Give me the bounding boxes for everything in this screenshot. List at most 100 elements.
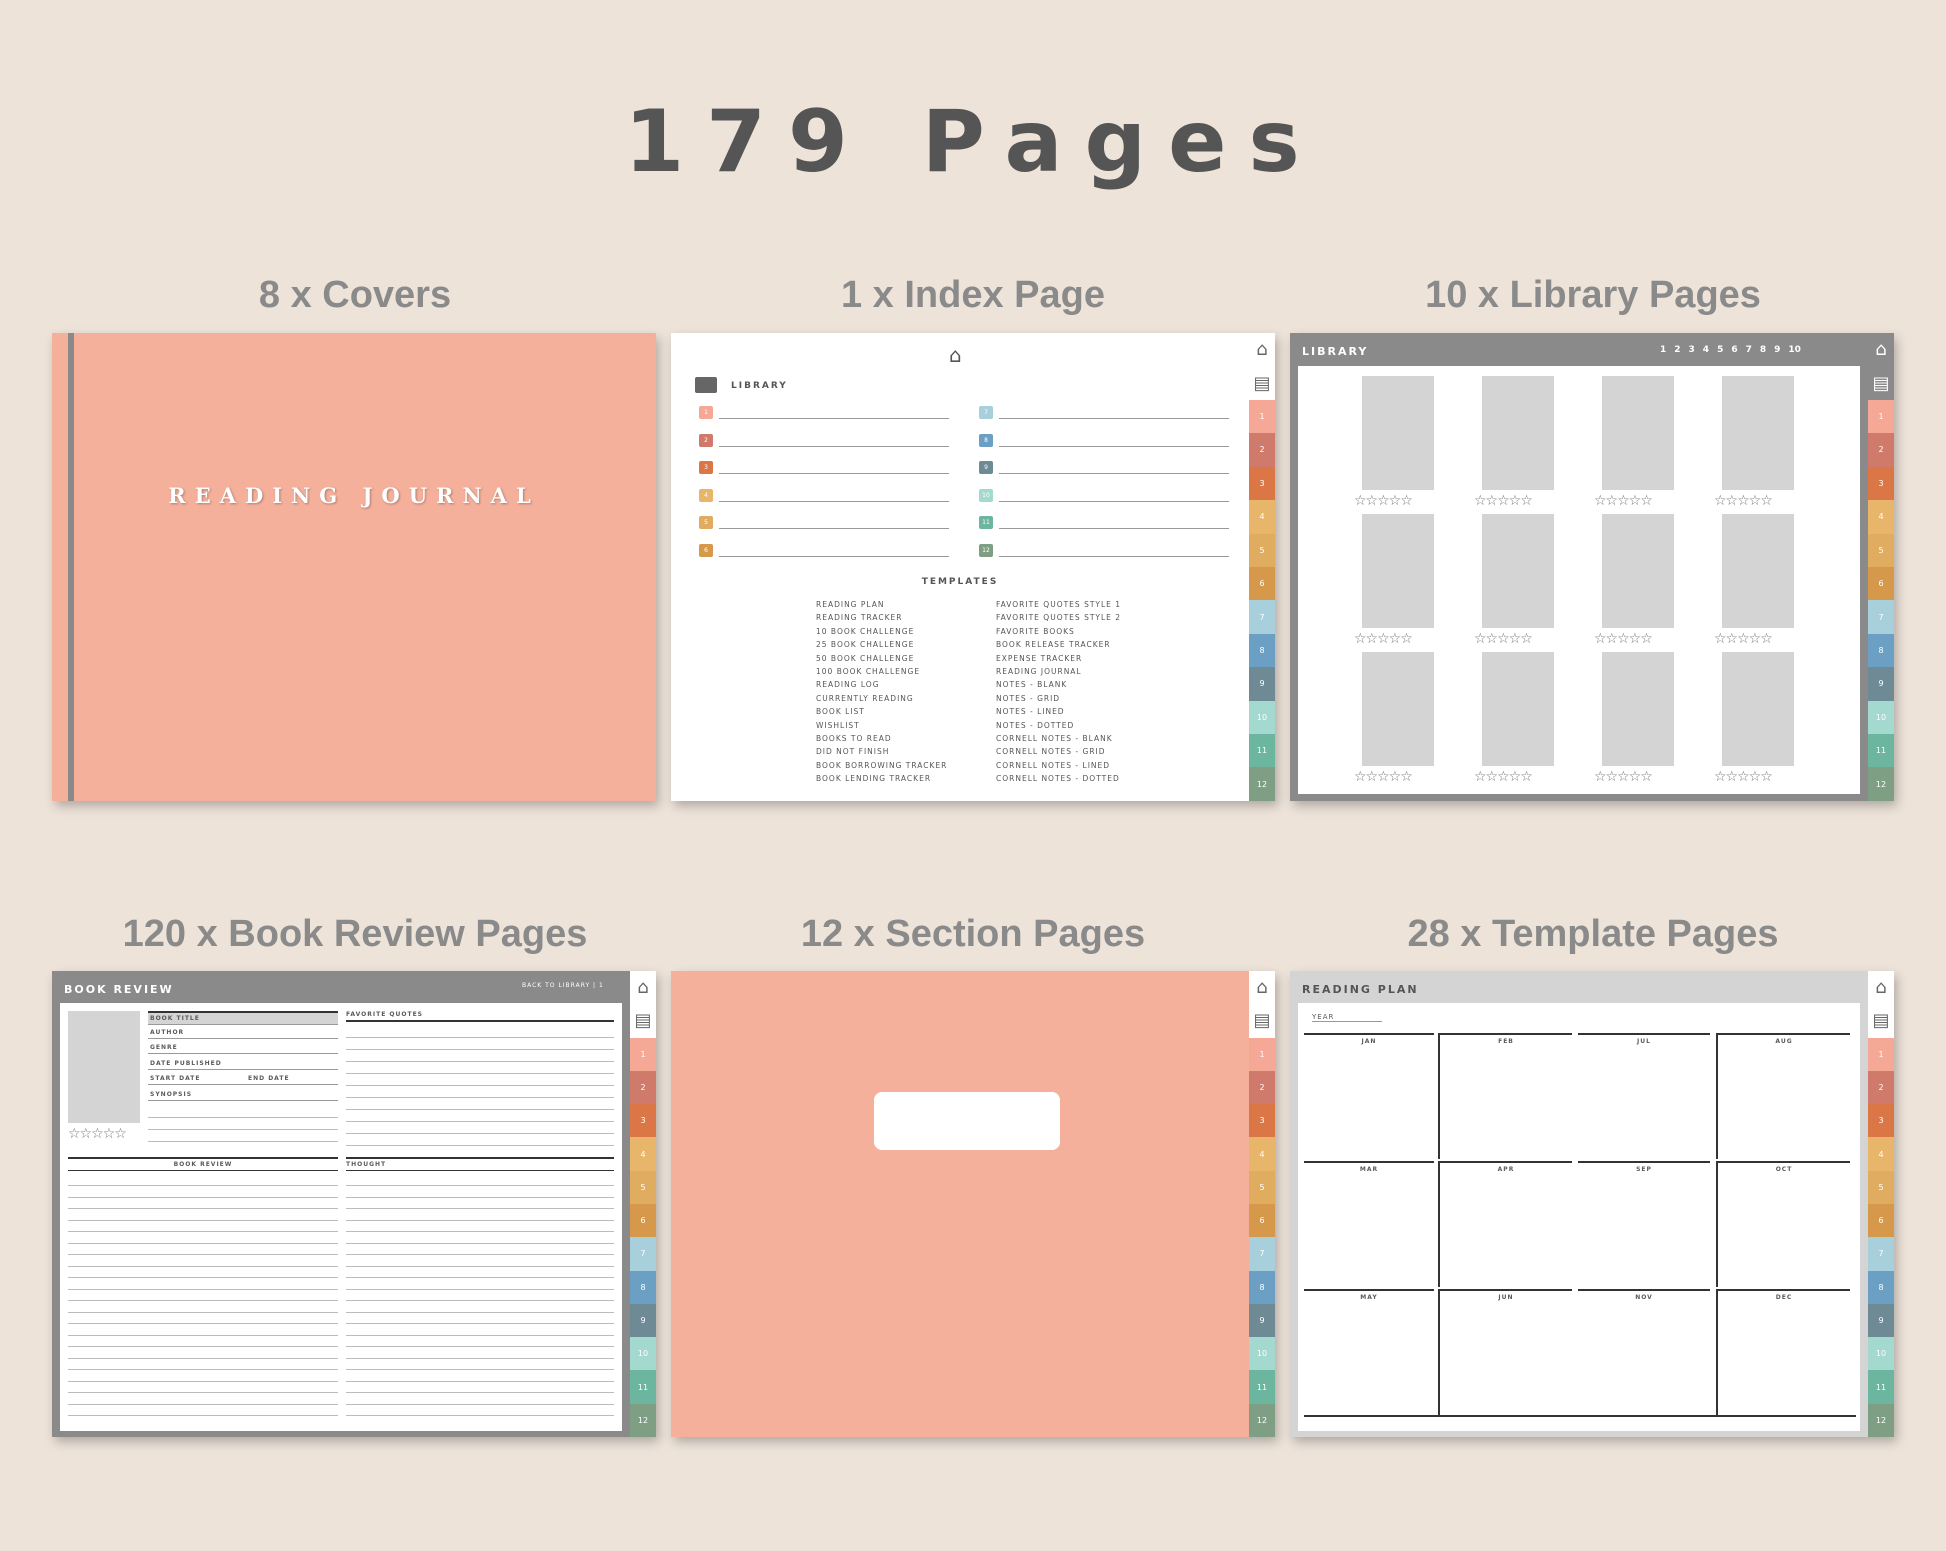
book-rating[interactable]: ☆☆☆☆☆ (1354, 494, 1413, 508)
book-rating[interactable]: ☆☆☆☆☆ (1714, 770, 1773, 784)
book-rating[interactable]: ☆☆☆☆☆ (1594, 494, 1653, 508)
template-link[interactable]: BOOK LIST (816, 705, 947, 718)
section-tab-9[interactable]: 9 (1868, 667, 1894, 701)
review-line[interactable] (68, 1369, 338, 1370)
book-slot[interactable] (1482, 376, 1554, 490)
template-link[interactable]: NOTES - LINED (996, 705, 1121, 718)
index-page[interactable]: ⌂ LIBRARY 1 2 3 4 5 6 7 8 9 10 11 12 TEMPLATES READ… (671, 333, 1275, 801)
quote-line[interactable] (346, 1085, 614, 1086)
month-cell[interactable]: OCT (1716, 1161, 1850, 1287)
template-link[interactable]: NOTES - DOTTED (996, 719, 1121, 732)
section-tab-7[interactable]: 7 (630, 1237, 656, 1271)
template-link[interactable]: CORNELL NOTES - BLANK (996, 732, 1121, 745)
thought-line[interactable] (346, 1254, 614, 1255)
library-page-link[interactable]: 5 (1717, 345, 1723, 355)
section-tab-2[interactable]: 2 (1868, 1070, 1894, 1105)
review-line[interactable] (68, 1334, 338, 1336)
template-link[interactable]: CORNELL NOTES - LINED (996, 759, 1121, 772)
section-tab-10[interactable]: 10 (1868, 1337, 1894, 1371)
template-link[interactable]: READING JOURNAL (996, 665, 1121, 678)
month-cell[interactable]: JAN (1304, 1033, 1434, 1159)
section-tab-1[interactable]: 1 (1868, 1037, 1894, 1071)
index-section-marker[interactable]: 1 (699, 406, 713, 419)
thought-line[interactable] (346, 1300, 614, 1301)
section-tab-8[interactable]: 8 (1868, 633, 1894, 668)
section-tab-11[interactable]: 11 (1868, 734, 1894, 768)
thought-line[interactable] (346, 1185, 614, 1186)
thought-line[interactable] (346, 1380, 614, 1382)
review-line[interactable] (68, 1242, 338, 1244)
review-rating[interactable]: ☆☆☆☆☆ (68, 1127, 127, 1141)
index-section-marker[interactable]: 11 (979, 516, 993, 529)
month-cell[interactable]: SEP (1578, 1161, 1710, 1287)
template-link[interactable]: 50 BOOK CHALLENGE (816, 652, 947, 665)
book-slot[interactable] (1362, 652, 1434, 766)
home-icon[interactable]: ⌂ (630, 971, 656, 1005)
review-line[interactable] (68, 1311, 338, 1313)
month-cell[interactable]: JUL (1578, 1033, 1710, 1159)
section-tab-7[interactable]: 7 (1249, 600, 1275, 634)
month-cell[interactable]: MAY (1304, 1289, 1434, 1415)
home-icon[interactable]: ⌂ (949, 343, 962, 367)
library-page-link[interactable]: 3 (1689, 345, 1695, 355)
template-link[interactable]: BOOK BORROWING TRACKER (816, 759, 947, 772)
section-tab-3[interactable]: 3 (1249, 466, 1275, 501)
index-section-line[interactable] (719, 555, 949, 557)
section-tab-5[interactable]: 5 (630, 1170, 656, 1204)
quote-line[interactable] (346, 1037, 614, 1038)
section-tab-3[interactable]: 3 (1249, 1104, 1275, 1138)
home-icon[interactable]: ⌂ (1249, 971, 1275, 1005)
book-slot[interactable] (1722, 652, 1794, 766)
library-page[interactable]: LIBRARY 1 2 3 4 5 6 7 8 9 10 ☆☆☆☆☆ ☆☆☆☆☆ ☆☆☆☆☆ ☆☆☆☆☆… (1290, 333, 1894, 801)
review-line[interactable] (68, 1357, 338, 1359)
template-link[interactable]: FAVORITE QUOTES STYLE 2 (996, 611, 1121, 624)
review-field[interactable]: SYNOPSIS (148, 1089, 338, 1101)
thought-line[interactable] (346, 1392, 614, 1393)
quote-line[interactable] (346, 1145, 614, 1146)
section-tab-12[interactable]: 12 (1249, 767, 1275, 801)
thought-line[interactable] (346, 1369, 614, 1370)
library-page-link[interactable]: 7 (1746, 345, 1752, 355)
section-tab-10[interactable]: 10 (1249, 1337, 1275, 1371)
book-rating[interactable]: ☆☆☆☆☆ (1594, 770, 1653, 784)
section-tab-7[interactable]: 7 (1868, 600, 1894, 634)
template-link[interactable]: CORNELL NOTES - GRID (996, 745, 1121, 758)
index-section-marker[interactable]: 12 (979, 543, 993, 557)
open-book-icon[interactable]: ▤ (1249, 366, 1275, 400)
section-tab-4[interactable]: 4 (630, 1137, 656, 1171)
library-page-link[interactable]: 2 (1674, 345, 1680, 355)
index-section-line[interactable] (719, 445, 949, 447)
cover-page[interactable]: READING JOURNAL (52, 333, 656, 801)
template-link[interactable]: READING PLAN (816, 598, 947, 611)
template-link[interactable]: READING TRACKER (816, 611, 947, 624)
index-section-line[interactable] (999, 473, 1229, 474)
thought-line[interactable] (346, 1403, 614, 1405)
section-tab-6[interactable]: 6 (1868, 1203, 1894, 1238)
section-tab-4[interactable]: 4 (1249, 500, 1275, 534)
section-tab-3[interactable]: 3 (1868, 1104, 1894, 1138)
section-tab-5[interactable]: 5 (1249, 533, 1275, 567)
month-cell[interactable]: JUN (1438, 1289, 1572, 1415)
review-line[interactable] (68, 1415, 338, 1416)
review-line[interactable] (68, 1254, 338, 1255)
thought-line[interactable] (346, 1357, 614, 1359)
section-page[interactable]: ⌂ ▤ 1 2 3 4 5 6 7 8 9 10 11 12 (671, 971, 1275, 1437)
section-tab-10[interactable]: 10 (1868, 700, 1894, 735)
thought-line[interactable] (346, 1231, 614, 1232)
index-section-marker[interactable]: 6 (699, 543, 713, 557)
index-section-marker[interactable]: 3 (699, 461, 713, 474)
section-tab-11[interactable]: 11 (1868, 1370, 1894, 1404)
template-link[interactable]: FAVORITE BOOKS (996, 625, 1121, 638)
book-rating[interactable]: ☆☆☆☆☆ (1354, 770, 1413, 784)
thought-line[interactable] (346, 1323, 614, 1324)
book-slot[interactable] (1602, 652, 1674, 766)
section-tab-10[interactable]: 10 (630, 1337, 656, 1371)
book-rating[interactable]: ☆☆☆☆☆ (1474, 770, 1533, 784)
section-tab-2[interactable]: 2 (1249, 1070, 1275, 1105)
template-link[interactable]: 10 BOOK CHALLENGE (816, 625, 947, 638)
review-line[interactable] (68, 1231, 338, 1232)
quote-line[interactable] (346, 1073, 614, 1074)
template-link[interactable]: BOOKS TO READ (816, 732, 947, 745)
month-cell[interactable]: AUG (1716, 1033, 1850, 1159)
review-line[interactable] (68, 1219, 338, 1221)
